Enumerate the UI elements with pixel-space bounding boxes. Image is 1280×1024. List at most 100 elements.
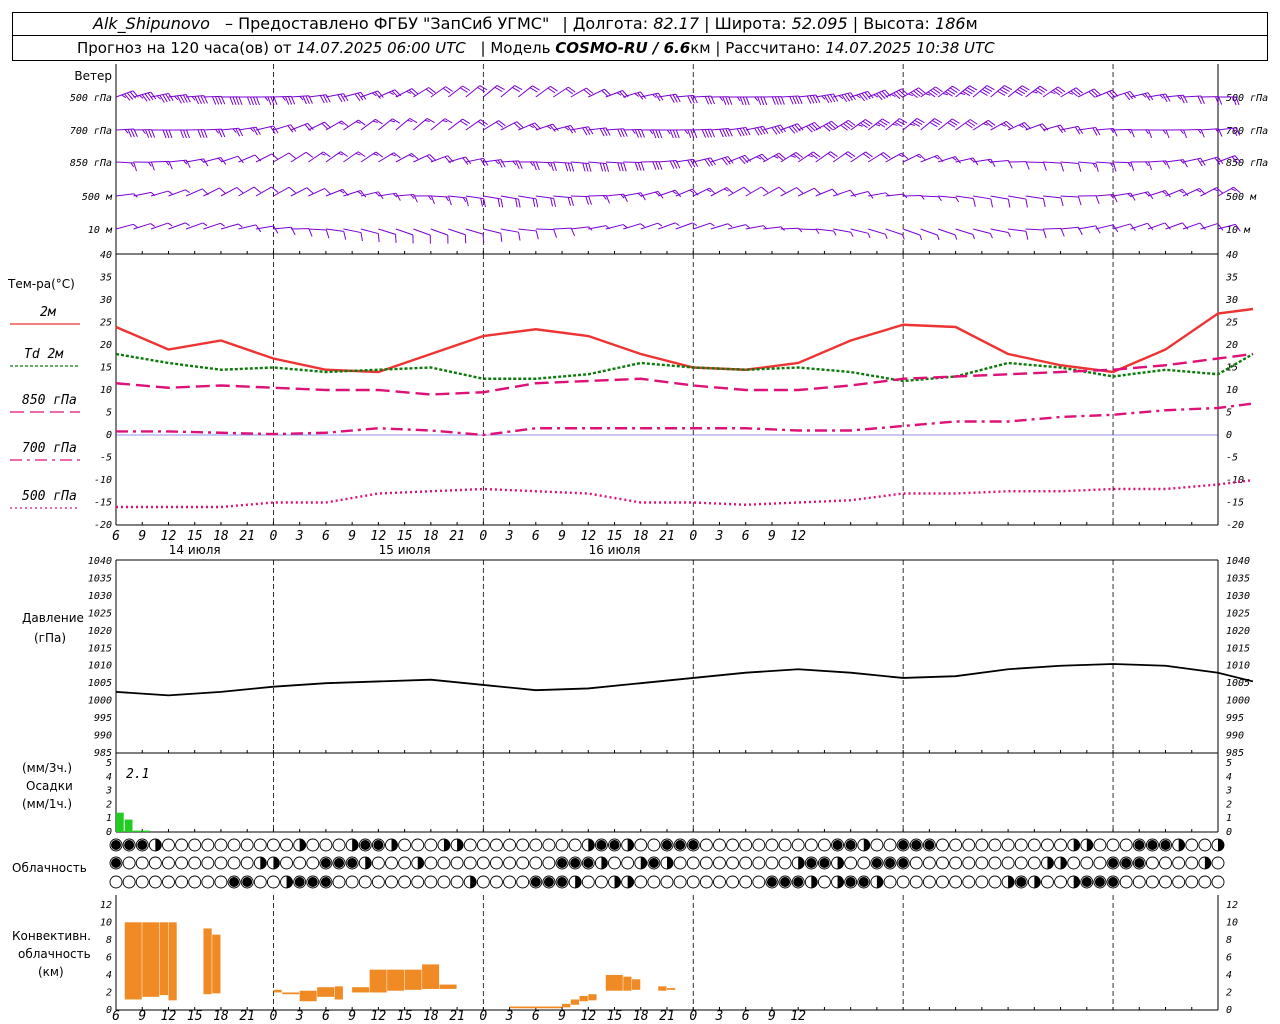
cloud-circle bbox=[424, 875, 438, 889]
cloud-circle bbox=[739, 838, 753, 852]
cloud-circle bbox=[936, 856, 949, 870]
wind-level-label-right: 850 гПа bbox=[1226, 158, 1268, 169]
wind-barb bbox=[430, 228, 448, 236]
wind-barb bbox=[325, 228, 344, 232]
conv-bar bbox=[168, 922, 177, 1001]
hour-tick-label: 9 bbox=[768, 529, 776, 544]
wind-barb bbox=[605, 163, 610, 172]
wind-barb bbox=[955, 228, 973, 235]
wind-barb bbox=[271, 186, 279, 193]
cloud-fill bbox=[320, 877, 331, 887]
wind-barb bbox=[815, 229, 820, 235]
cloud-fill bbox=[1121, 858, 1132, 868]
conv-bar bbox=[562, 1003, 571, 1008]
temp-legend-label: Td 2м bbox=[24, 347, 64, 362]
pressure-tick-label-right: 1020 bbox=[1226, 626, 1250, 637]
cloud-circle bbox=[1093, 838, 1107, 852]
wind-barb bbox=[217, 96, 223, 105]
temp-tick-label-right: -15 bbox=[1226, 498, 1244, 509]
wind-barb bbox=[550, 197, 554, 207]
wind-barb bbox=[652, 129, 657, 139]
conv-tick-label-right: 4 bbox=[1226, 970, 1232, 981]
cloud-circle bbox=[1014, 838, 1028, 852]
cloud-circle bbox=[214, 838, 228, 852]
cloud-circle bbox=[1159, 856, 1172, 870]
cloud-circle bbox=[1067, 856, 1081, 870]
cloud-circle bbox=[135, 875, 149, 889]
wind-barb bbox=[972, 198, 976, 207]
pressure-tick-label-left: 1015 bbox=[88, 643, 112, 654]
conv-bar bbox=[623, 976, 632, 991]
wind-barb bbox=[622, 224, 628, 229]
conv-tick-label-left: 8 bbox=[106, 935, 112, 946]
cloud-circle bbox=[175, 856, 189, 870]
wind-barb bbox=[151, 162, 155, 171]
wind-barb bbox=[197, 95, 202, 105]
wind-barb bbox=[620, 162, 624, 172]
wind-barb bbox=[373, 153, 379, 156]
cloud-circle bbox=[1080, 856, 1094, 870]
pressure-tick-label-left: 1005 bbox=[88, 678, 112, 689]
cloud-fill bbox=[1108, 877, 1119, 887]
conv-bar bbox=[203, 928, 212, 995]
cloud-fill bbox=[1178, 839, 1185, 851]
precip-bar bbox=[116, 812, 124, 832]
wind-barb bbox=[631, 129, 636, 134]
wind-barb bbox=[599, 162, 604, 172]
cloud-circle bbox=[726, 856, 740, 870]
cloud-fill bbox=[1094, 877, 1105, 887]
cloud-circle bbox=[148, 856, 162, 870]
hour-tick-label: 12 bbox=[371, 1009, 387, 1024]
wind-barb bbox=[255, 186, 272, 197]
wind-barb bbox=[760, 186, 769, 193]
cloud-circle bbox=[608, 856, 621, 870]
wind-barb bbox=[585, 163, 589, 172]
conv-bar bbox=[317, 987, 335, 997]
wind-barb bbox=[666, 129, 671, 135]
wind-barb bbox=[727, 223, 733, 228]
wind-barb bbox=[736, 96, 741, 102]
cloud-fill bbox=[596, 840, 607, 850]
temp-tick-label-left: 15 bbox=[100, 363, 112, 374]
wind-barb bbox=[288, 186, 296, 194]
wind-barb bbox=[1032, 91, 1038, 94]
conv-bar bbox=[387, 969, 405, 991]
wind-barb bbox=[338, 122, 344, 125]
wind-barb bbox=[570, 226, 589, 230]
wind-title: Ветер bbox=[74, 69, 112, 83]
precip-tick-label-left: 2 bbox=[106, 799, 112, 810]
cloud-circle bbox=[162, 875, 175, 889]
wind-barb bbox=[150, 223, 156, 227]
conv-bar bbox=[422, 964, 440, 989]
hour-tick-label: 6 bbox=[742, 529, 750, 544]
cloud-fill bbox=[260, 857, 267, 869]
cloud-circle bbox=[319, 838, 333, 852]
cloud-fill bbox=[662, 840, 672, 850]
wind-barb bbox=[444, 118, 453, 124]
cloud-fill bbox=[557, 877, 568, 887]
wind-barb bbox=[745, 186, 762, 197]
temp-tick-label-right: 20 bbox=[1226, 340, 1238, 351]
wind-barb bbox=[778, 186, 786, 194]
cloud-circle bbox=[883, 875, 897, 889]
wind-barb bbox=[833, 228, 851, 233]
conv-bar bbox=[605, 974, 623, 991]
wind-barb bbox=[343, 228, 362, 234]
cloud-circle bbox=[227, 856, 241, 870]
conv-bar bbox=[632, 979, 641, 990]
cloud-circle bbox=[1198, 875, 1212, 889]
cloud-circle bbox=[1054, 875, 1068, 889]
wind-barb bbox=[255, 225, 274, 230]
wind-barb bbox=[1068, 91, 1074, 95]
wind-barb bbox=[743, 186, 751, 193]
wind-barb bbox=[124, 129, 129, 134]
wind-barb bbox=[938, 196, 942, 202]
conv-title-2: облачность bbox=[18, 947, 91, 961]
cloud-circle bbox=[476, 856, 490, 870]
conv-tick-label-right: 0 bbox=[1226, 1005, 1232, 1016]
wind-barb bbox=[191, 96, 196, 101]
wind-barb bbox=[500, 233, 503, 242]
wind-barb bbox=[815, 188, 833, 197]
hour-tick-label: 6 bbox=[112, 1009, 120, 1024]
cloud-circle bbox=[568, 838, 582, 852]
